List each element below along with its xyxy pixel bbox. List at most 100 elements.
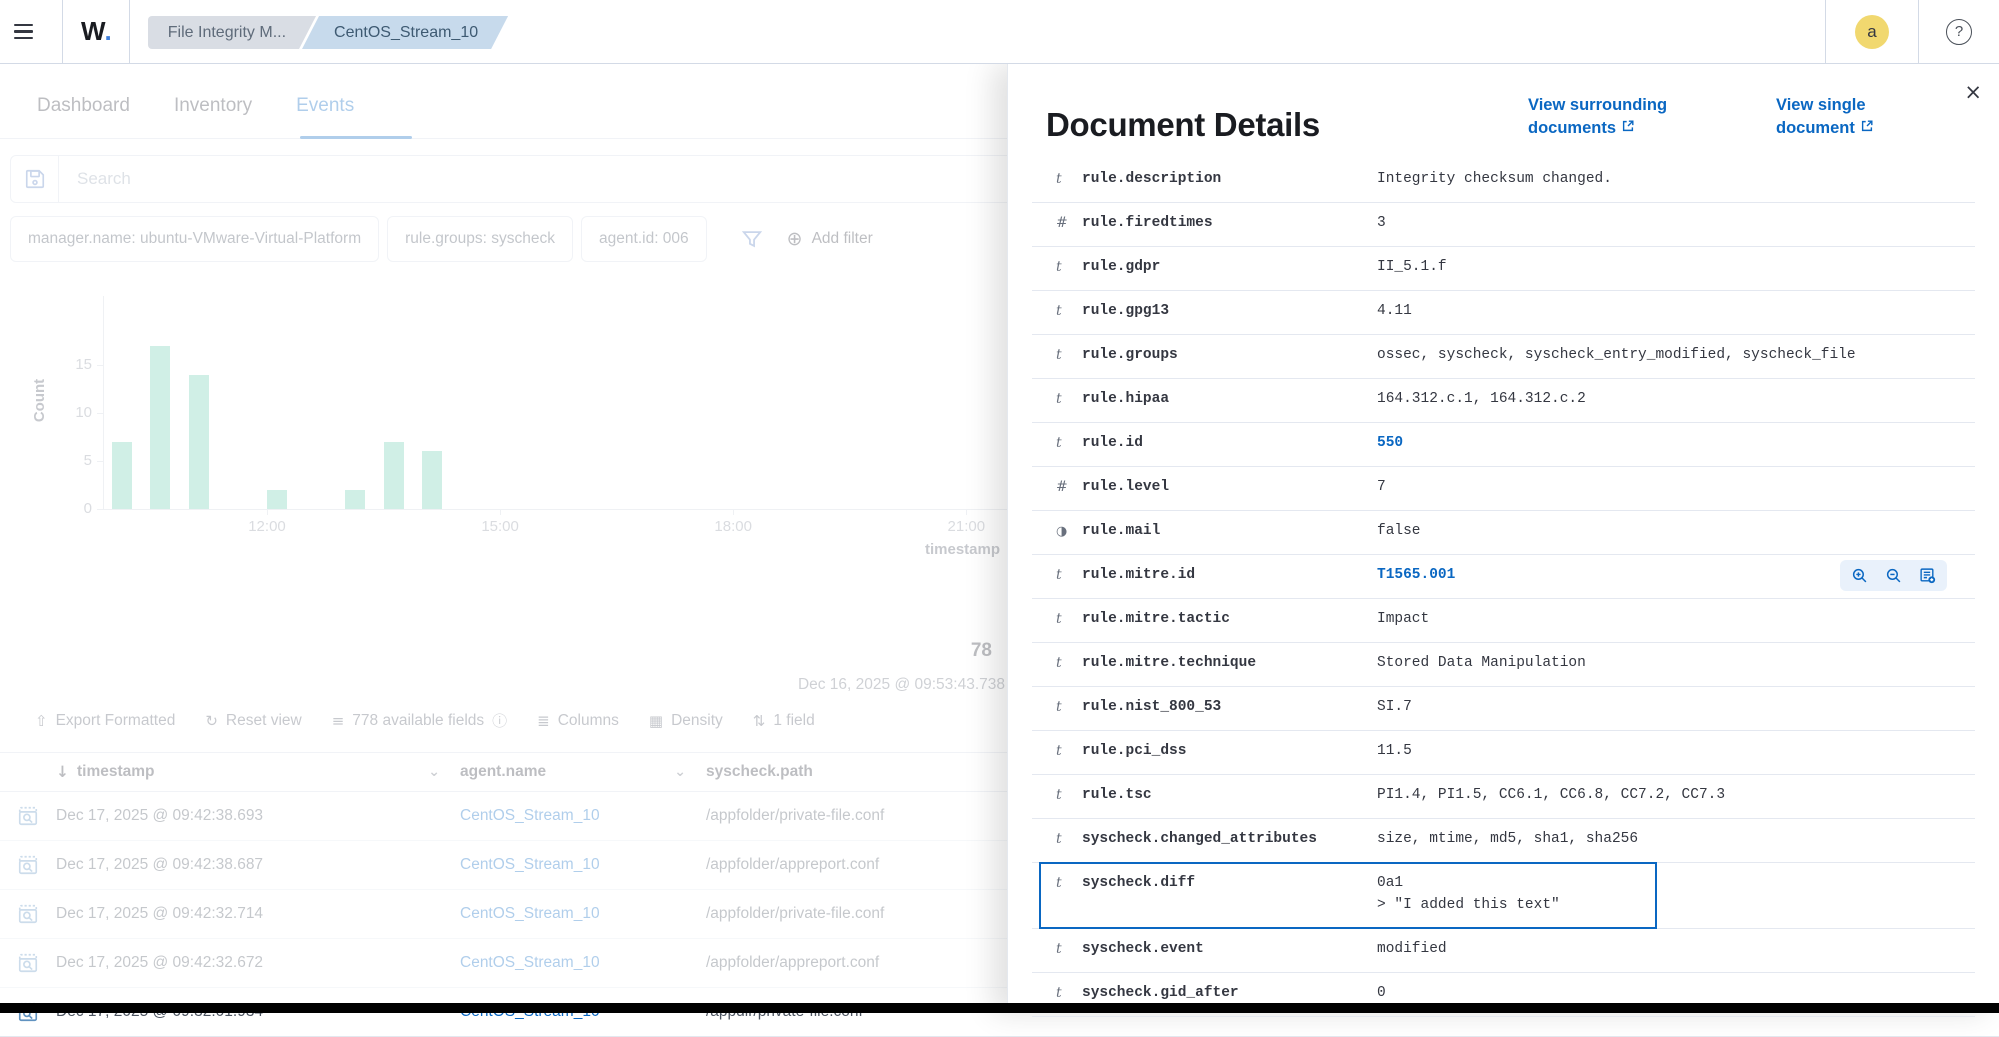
- field-name: syscheck.event: [1082, 941, 1377, 958]
- field-name: rule.gpg13: [1082, 303, 1377, 320]
- field-row: t syscheck.changed_attributes size, mtim…: [1032, 819, 1975, 863]
- field-value: false: [1377, 520, 1421, 542]
- field-name: rule.mitre.technique: [1082, 655, 1377, 672]
- field-value-link[interactable]: T1565.001: [1377, 564, 1455, 586]
- field-type-icon: #: [1056, 215, 1072, 232]
- field-value: 4.11: [1377, 300, 1412, 322]
- field-value-actions: [1840, 560, 1947, 591]
- view-single-document-link[interactable]: View single document: [1776, 94, 1901, 140]
- field-name: rule.id: [1082, 435, 1377, 452]
- field-type-icon: #: [1056, 479, 1072, 496]
- field-value: 0a1 > "I added this text": [1377, 872, 1560, 916]
- breadcrumb-label: File Integrity M...: [168, 24, 286, 42]
- field-name: rule.firedtimes: [1082, 215, 1377, 232]
- breadcrumb-tab[interactable]: File Integrity M...: [148, 16, 316, 49]
- field-row: t rule.mitre.technique Stored Data Manip…: [1032, 643, 1975, 687]
- menu-hamburger-icon[interactable]: [14, 0, 48, 63]
- field-row: t rule.groups ossec, syscheck, syscheck_…: [1032, 335, 1975, 379]
- external-link-icon: [1621, 117, 1635, 140]
- field-row: t rule.mitre.id T1565.001: [1032, 555, 1975, 599]
- field-value: Stored Data Manipulation: [1377, 652, 1586, 674]
- field-type-icon: t: [1056, 655, 1072, 672]
- field-value: modified: [1377, 938, 1447, 960]
- breadcrumb: File Integrity M... CentOS_Stream_10: [148, 16, 508, 49]
- field-type-icon: t: [1056, 941, 1072, 958]
- field-type-icon: t: [1056, 743, 1072, 760]
- field-name: rule.level: [1082, 479, 1377, 496]
- field-value: SI.7: [1377, 696, 1412, 718]
- field-name: rule.mitre.id: [1082, 567, 1377, 584]
- field-type-icon: t: [1056, 985, 1072, 1002]
- field-type-icon: t: [1056, 303, 1072, 320]
- help-icon[interactable]: ?: [1946, 19, 1972, 45]
- avatar[interactable]: a: [1855, 15, 1889, 49]
- field-type-icon: t: [1056, 391, 1072, 408]
- field-type-icon: t: [1056, 259, 1072, 276]
- field-row: # rule.firedtimes 3: [1032, 203, 1975, 247]
- field-value: II_5.1.f: [1377, 256, 1447, 278]
- field-value: 3: [1377, 212, 1386, 234]
- field-type-icon: t: [1056, 699, 1072, 716]
- filter-for-value-button[interactable]: [1851, 567, 1868, 584]
- field-type-icon: t: [1056, 171, 1072, 188]
- field-value: Impact: [1377, 608, 1429, 630]
- field-type-icon: ◑: [1056, 523, 1072, 540]
- field-type-icon: t: [1056, 435, 1072, 452]
- topbar-divider: [62, 0, 63, 63]
- field-type-icon: t: [1056, 611, 1072, 628]
- breadcrumb-label: CentOS_Stream_10: [334, 24, 478, 42]
- view-surrounding-documents-link[interactable]: View surrounding documents: [1528, 94, 1713, 140]
- flyout-title: Document Details: [1046, 106, 1320, 144]
- field-name: syscheck.gid_after: [1082, 985, 1377, 1002]
- top-navigation-bar: W. File Integrity M... CentOS_Stream_10 a…: [0, 0, 1999, 64]
- screen-bottom-bar: [0, 1003, 1999, 1013]
- field-row: t rule.gpg13 4.11: [1032, 291, 1975, 335]
- field-name: rule.nist_800_53: [1082, 699, 1377, 716]
- field-name: rule.pci_dss: [1082, 743, 1377, 760]
- field-name: syscheck.diff: [1082, 875, 1377, 892]
- field-row: t syscheck.diff 0a1 > "I added this text…: [1032, 863, 1975, 929]
- field-type-icon: t: [1056, 875, 1072, 892]
- field-value: 0: [1377, 982, 1386, 1004]
- field-type-icon: t: [1056, 831, 1072, 848]
- field-row: t rule.mitre.tactic Impact: [1032, 599, 1975, 643]
- field-row: t rule.hipaa 164.312.c.1, 164.312.c.2: [1032, 379, 1975, 423]
- field-row: ◑ rule.mail false: [1032, 511, 1975, 555]
- topbar-divider: [1825, 0, 1826, 63]
- field-name: rule.mitre.tactic: [1082, 611, 1377, 628]
- field-type-icon: t: [1056, 567, 1072, 584]
- field-row: t rule.id 550: [1032, 423, 1975, 467]
- external-link-icon: [1860, 117, 1874, 140]
- field-name: rule.hipaa: [1082, 391, 1377, 408]
- field-value: 164.312.c.1, 164.312.c.2: [1377, 388, 1586, 410]
- field-value: size, mtime, md5, sha1, sha256: [1377, 828, 1638, 850]
- field-row: t rule.tsc PI1.4, PI1.5, CC6.1, CC6.8, C…: [1032, 775, 1975, 819]
- field-name: rule.mail: [1082, 523, 1377, 540]
- close-icon[interactable]: ×: [1964, 82, 1982, 103]
- breadcrumb-tab[interactable]: CentOS_Stream_10: [302, 16, 508, 49]
- field-value-link[interactable]: 550: [1377, 432, 1403, 454]
- field-name: rule.tsc: [1082, 787, 1377, 804]
- toggle-column-button[interactable]: [1919, 567, 1936, 584]
- field-row: t rule.pci_dss 11.5: [1032, 731, 1975, 775]
- field-type-icon: t: [1056, 347, 1072, 364]
- filter-out-value-button[interactable]: [1885, 567, 1902, 584]
- field-name: syscheck.changed_attributes: [1082, 831, 1377, 848]
- document-details-flyout: Document Details View surrounding docume…: [1007, 64, 1999, 1013]
- topbar-divider: [129, 0, 130, 63]
- field-name: rule.groups: [1082, 347, 1377, 364]
- app-logo[interactable]: W.: [81, 16, 111, 47]
- document-fields-table: t rule.description Integrity checksum ch…: [1032, 159, 1975, 1017]
- field-value: 7: [1377, 476, 1386, 498]
- highlighted-field-outline: [1039, 862, 1657, 929]
- topbar-divider: [1918, 0, 1919, 63]
- field-row: # rule.level 7: [1032, 467, 1975, 511]
- field-row: t syscheck.event modified: [1032, 929, 1975, 973]
- field-value: PI1.4, PI1.5, CC6.1, CC6.8, CC7.2, CC7.3: [1377, 784, 1725, 806]
- field-name: rule.description: [1082, 171, 1377, 188]
- field-value: 11.5: [1377, 740, 1412, 762]
- field-name: rule.gdpr: [1082, 259, 1377, 276]
- field-value: Integrity checksum changed.: [1377, 168, 1612, 190]
- field-row: t rule.nist_800_53 SI.7: [1032, 687, 1975, 731]
- field-value: ossec, syscheck, syscheck_entry_modified…: [1377, 344, 1856, 366]
